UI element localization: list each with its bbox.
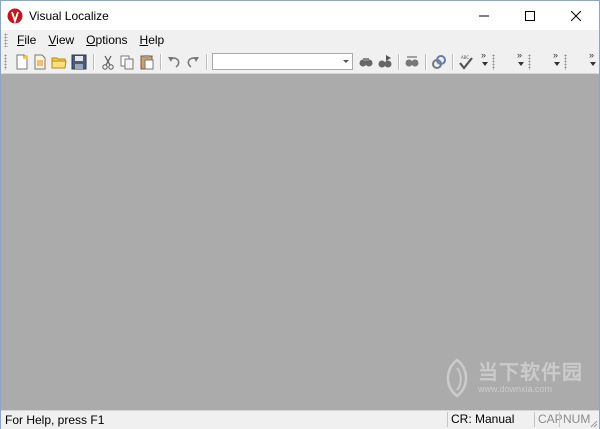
menu-view[interactable]: View: [42, 30, 80, 50]
menu-options-label: ptions: [95, 33, 128, 47]
toolbar: ABC: [1, 50, 599, 74]
menu-view-accel: V: [48, 33, 57, 47]
spellcheck-icon[interactable]: ABC: [458, 54, 474, 70]
redo-icon[interactable]: [185, 54, 201, 70]
toolbar-separator: [206, 54, 208, 70]
replace-icon[interactable]: [404, 54, 420, 70]
menu-bar: File View Options Help: [1, 30, 599, 50]
menu-view-label: iew: [56, 33, 75, 47]
menu-help-label: elp: [148, 33, 165, 47]
status-bar: For Help, press F1 CR: Manual CAP NUM: [1, 410, 599, 429]
status-cr-mode: CR: Manual: [447, 412, 535, 427]
watermark-url: www.downxia.com: [478, 384, 553, 394]
menu-options[interactable]: Options: [80, 30, 133, 50]
maximize-button[interactable]: [507, 1, 553, 30]
menu-file-label: ile: [24, 33, 37, 47]
menubar-grip[interactable]: [4, 33, 8, 47]
menu-help-accel: H: [139, 33, 149, 47]
menu-help[interactable]: Help: [134, 30, 171, 50]
find-icon[interactable]: [358, 54, 374, 70]
status-caps-indicator: CAP: [534, 412, 563, 427]
watermark: 当下软件园 www.downxia.com: [440, 358, 583, 398]
new-icon[interactable]: [14, 54, 30, 70]
toolbar-separator: [452, 54, 454, 70]
resize-grip-icon[interactable]: [588, 418, 598, 428]
window-title: Visual Localize: [29, 8, 109, 23]
svg-text:ABC: ABC: [461, 55, 469, 60]
app-window: Visual Localize File View Options Help A…: [0, 0, 600, 429]
toolbar-grip[interactable]: [564, 54, 567, 70]
toolbar-separator: [398, 54, 400, 70]
toolbar-overflow-chevron-icon[interactable]: [589, 50, 597, 72]
menu-file[interactable]: File: [11, 30, 42, 50]
chevron-down-icon: [343, 60, 349, 63]
toolbar-grip[interactable]: [492, 54, 495, 70]
toolbar-separator: [160, 54, 162, 70]
undo-icon[interactable]: [166, 54, 182, 70]
open-document-icon[interactable]: [32, 54, 48, 70]
toolbar-overflow-chevron-icon[interactable]: [481, 50, 489, 72]
find-next-icon[interactable]: [377, 54, 393, 70]
save-icon[interactable]: [71, 54, 87, 70]
toolbar-separator: [93, 54, 95, 70]
menu-options-accel: O: [86, 33, 96, 47]
folder-icon[interactable]: [51, 54, 67, 70]
status-help-text: For Help, press F1: [5, 413, 105, 427]
toolbar-grip[interactable]: [4, 54, 7, 70]
toolbar-separator: [425, 54, 427, 70]
watermark-logo-icon: [446, 358, 468, 398]
title-bar[interactable]: Visual Localize: [1, 1, 599, 30]
app-logo-icon: [7, 8, 23, 24]
copy-icon[interactable]: [119, 54, 135, 70]
close-button[interactable]: [553, 1, 599, 30]
link-icon[interactable]: [431, 54, 447, 70]
minimize-button[interactable]: [461, 1, 507, 30]
paste-icon[interactable]: [139, 54, 155, 70]
cut-icon[interactable]: [100, 54, 116, 70]
close-icon: [571, 10, 581, 21]
toolbar-combo[interactable]: [212, 53, 353, 70]
maximize-icon: [525, 10, 535, 21]
workspace-area[interactable]: 当下软件园 www.downxia.com: [1, 74, 599, 410]
minimize-icon: [479, 15, 489, 16]
toolbar-overflow-chevron-icon[interactable]: [553, 50, 561, 72]
status-num-indicator: NUM: [559, 412, 590, 427]
toolbar-overflow-chevron-icon[interactable]: [517, 50, 525, 72]
watermark-title: 当下软件园: [478, 362, 583, 384]
toolbar-grip[interactable]: [528, 54, 531, 70]
